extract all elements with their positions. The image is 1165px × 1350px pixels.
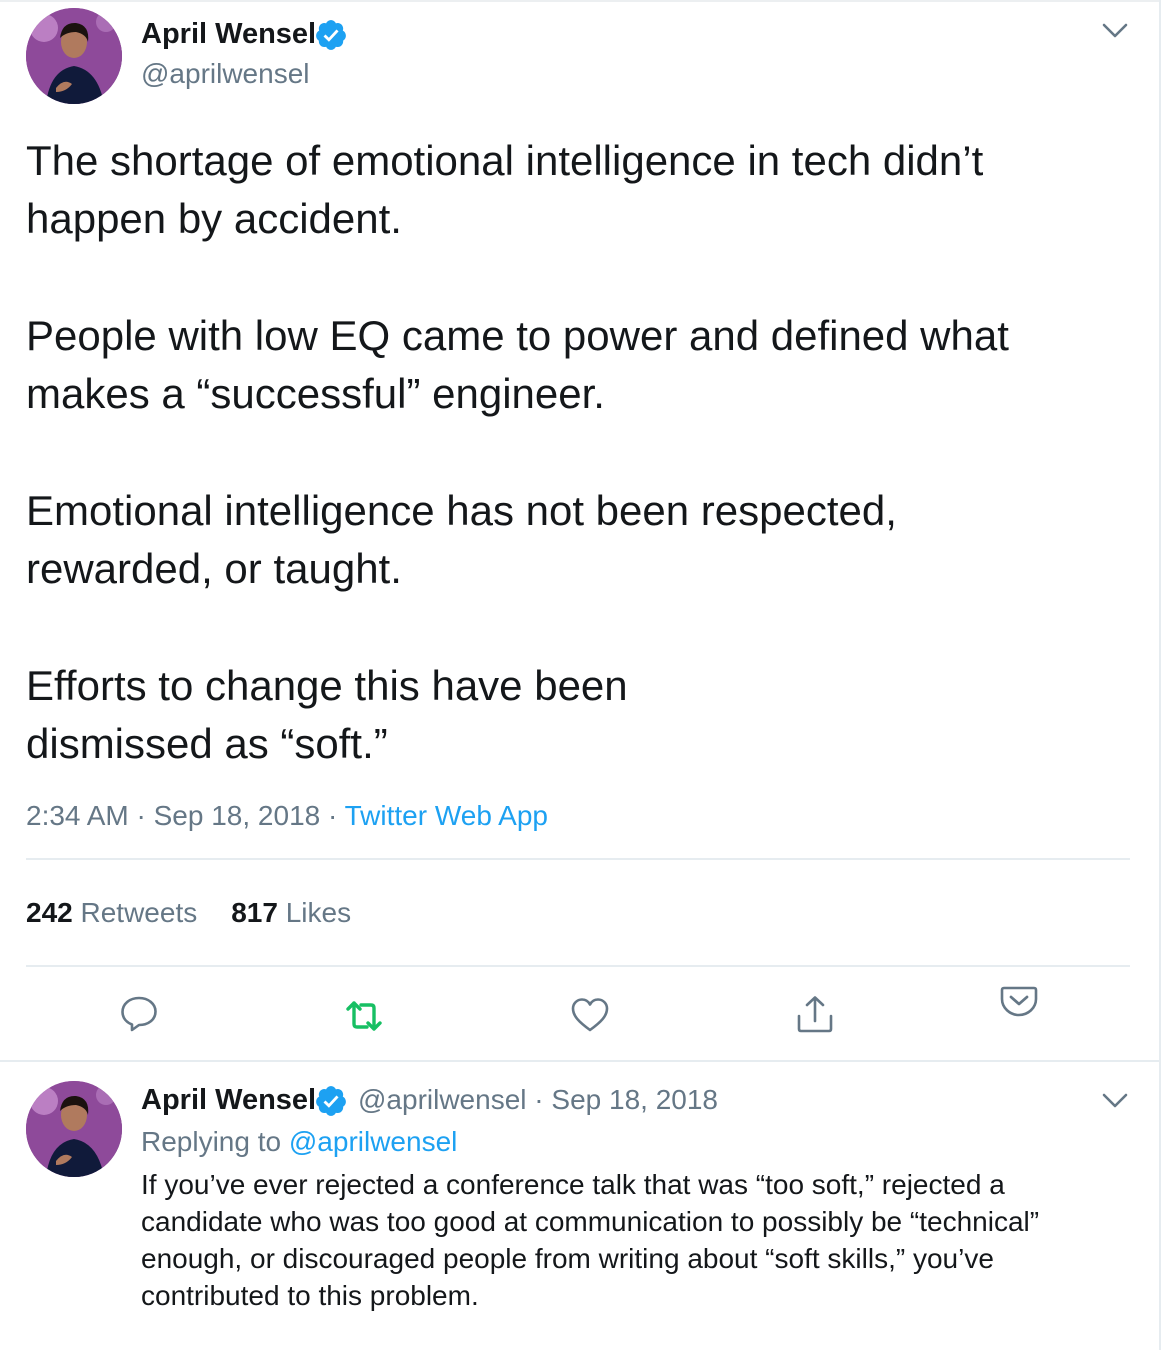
likes-stat[interactable]: 817 Likes bbox=[231, 897, 351, 928]
chevron-down-icon[interactable] bbox=[1101, 22, 1129, 40]
verified-badge-icon bbox=[316, 1086, 346, 1116]
tweet-text-line: Efforts to change this have been bbox=[26, 662, 628, 709]
reply-text-line: enough, or discouraged people from writi… bbox=[141, 1243, 994, 1274]
engagement-stats: 242 Retweets 817 Likes bbox=[26, 897, 351, 929]
author-name[interactable]: April Wensel bbox=[141, 1084, 316, 1117]
likes-label: Likes bbox=[285, 897, 352, 928]
like-count: 817 bbox=[231, 897, 278, 928]
reply-text: If you’ve ever rejected a conference tal… bbox=[141, 1166, 1039, 1314]
meta-separator: · bbox=[328, 800, 338, 831]
tweet-text-line: People with low EQ came to power and def… bbox=[26, 312, 1009, 359]
reply-text-line: If you’ve ever rejected a conference tal… bbox=[141, 1169, 1005, 1200]
share-button[interactable] bbox=[795, 994, 835, 1034]
replying-to-link[interactable]: @aprilwensel bbox=[289, 1126, 458, 1157]
tweet-separator bbox=[0, 1060, 1160, 1062]
avatar[interactable] bbox=[26, 8, 122, 104]
reply-icon bbox=[121, 996, 157, 1032]
retweet-icon bbox=[346, 1001, 382, 1031]
tweet-date[interactable]: Sep 18, 2018 bbox=[551, 1084, 718, 1115]
tweet-text-line: happen by accident. bbox=[26, 195, 402, 242]
retweet-button[interactable] bbox=[344, 996, 384, 1036]
handle-separator: · bbox=[534, 1084, 544, 1115]
reply-handle-and-date: @aprilwensel · Sep 18, 2018 bbox=[358, 1084, 718, 1116]
author-handle[interactable]: @aprilwensel bbox=[141, 58, 310, 90]
pocket-button[interactable] bbox=[999, 982, 1039, 1022]
retweets-stat[interactable]: 242 Retweets bbox=[26, 897, 197, 928]
tweet-source-link[interactable]: Twitter Web App bbox=[345, 800, 548, 831]
divider bbox=[26, 858, 1130, 860]
tweet-text-line: makes a “successful” engineer. bbox=[26, 370, 605, 417]
tweet-text-line: rewarded, or taught. bbox=[26, 545, 402, 592]
author-handle[interactable]: @aprilwensel bbox=[358, 1084, 527, 1115]
tweet-time[interactable]: 2:34 AM bbox=[26, 800, 129, 831]
chevron-down-icon[interactable] bbox=[1101, 1092, 1129, 1110]
like-button[interactable] bbox=[570, 995, 610, 1035]
tweet-text-line: Emotional intelligence has not been resp… bbox=[26, 487, 897, 534]
reply-text-line: candidate who was too good at communicat… bbox=[141, 1206, 1040, 1237]
retweets-label: Retweets bbox=[80, 897, 198, 928]
reply-button[interactable] bbox=[119, 993, 159, 1033]
reply-text-line: contributed to this problem. bbox=[141, 1280, 479, 1311]
verified-badge-icon bbox=[316, 20, 346, 50]
share-icon bbox=[797, 996, 833, 1033]
tweet-date[interactable]: Sep 18, 2018 bbox=[154, 800, 321, 831]
meta-separator: · bbox=[136, 800, 146, 831]
tweet-text-line: dismissed as “soft.” bbox=[26, 720, 388, 767]
replying-to: Replying to @aprilwensel bbox=[141, 1126, 457, 1158]
top-border bbox=[0, 0, 1160, 2]
tweet-text-line: The shortage of emotional intelligence i… bbox=[26, 137, 984, 184]
avatar[interactable] bbox=[26, 1081, 122, 1177]
tweet-meta: 2:34 AM · Sep 18, 2018 · Twitter Web App bbox=[26, 800, 548, 832]
retweet-count: 242 bbox=[26, 897, 73, 928]
replying-to-label: Replying to bbox=[141, 1126, 282, 1157]
pocket-icon bbox=[1000, 986, 1038, 1017]
divider bbox=[26, 965, 1130, 967]
like-icon bbox=[571, 998, 609, 1032]
author-name[interactable]: April Wensel bbox=[141, 18, 316, 51]
right-border bbox=[1159, 0, 1161, 1350]
